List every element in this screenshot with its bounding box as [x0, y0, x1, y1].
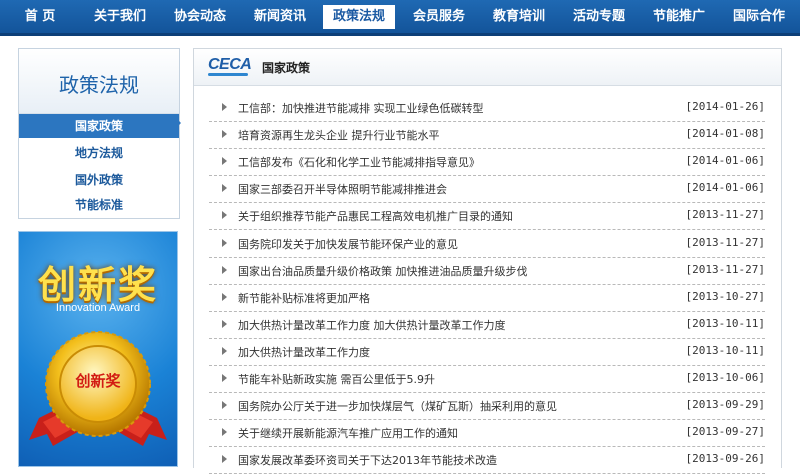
sidebar-panel: 政策法规 国家政策 地方法规 国外政策 节能标准 [18, 48, 180, 219]
nav-item-promotion[interactable]: 节能推广 [643, 5, 715, 29]
article-row[interactable]: 国家发展改革委环资司关于下达2013年节能技术改造 [2013-09-26] [209, 446, 765, 474]
bullet-arrow-icon [222, 292, 227, 301]
article-title-link[interactable]: 工信部：加快推进节能减排 实现工业绿色低碳转型 [238, 100, 484, 116]
article-title-link[interactable]: 新节能补贴标准将更加严格 [238, 290, 370, 306]
article-date: [2014-01-06] [685, 154, 765, 168]
article-row[interactable]: 国务院办公厅关于进一步加快煤层气（煤矿瓦斯）抽采利用的意见 [2013-09-29… [209, 392, 765, 421]
bullet-arrow-icon [222, 103, 227, 111]
article-row[interactable]: 工信部：加快推进节能减排 实现工业绿色低碳转型 [2014-01-26] [209, 94, 765, 122]
bullet-arrow-icon [222, 455, 227, 464]
sidebar-title: 政策法规 [59, 73, 139, 97]
bullet-arrow-icon [222, 319, 227, 328]
section-title: 国家政策 [262, 61, 311, 75]
article-row[interactable]: 加大供热计量改革工作力度 加大供热计量改革工作力度 [2013-10-11] [209, 311, 765, 339]
article-title-link[interactable]: 加大供热计量改革工作力度 加大供热计量改革工作力度 [238, 317, 506, 333]
article-row[interactable]: 国家三部委召开半导体照明节能减排推进会 [2014-01-06] [209, 175, 765, 204]
nav-item-member-services[interactable]: 会员服务 [403, 5, 475, 29]
article-date: [2013-10-06] [685, 371, 765, 384]
sidebar-item-national-policy[interactable]: 国家政策 [19, 114, 179, 138]
banner-title: 创新奖 [37, 263, 158, 307]
banner-subtitle: Innovation Award [55, 302, 141, 314]
article-row[interactable]: 关于组织推荐节能产品惠民工程高效电机推广目录的通知 [2013-11-27] [209, 202, 765, 231]
article-date: [2013-10-27] [685, 289, 765, 303]
article-date: [2013-11-27] [685, 235, 765, 249]
bullet-arrow-icon [222, 428, 227, 437]
article-title-link[interactable]: 国务院印发关于加快发展节能环保产业的意见 [238, 236, 458, 252]
nav-item-events[interactable]: 活动专题 [563, 5, 635, 29]
article-title-link[interactable]: 关于继续开展新能源汽车推广应用工作的通知 [238, 425, 458, 441]
sidebar-item-local-regulations[interactable]: 地方法规 [19, 141, 179, 165]
article-row[interactable]: 加大供热计量改革工作力度 [2013-10-11] [209, 338, 765, 366]
article-date: [2013-10-11] [685, 343, 765, 357]
bullet-arrow-icon [222, 130, 227, 139]
article-date: [2013-09-26] [685, 452, 765, 466]
bullet-arrow-icon [222, 374, 227, 382]
innovation-award-banner[interactable]: 创新奖 Innovation Award 创新奖 [18, 231, 178, 467]
active-item-arrow-icon [175, 117, 181, 129]
medal-label: 创新奖 [75, 372, 121, 390]
bullet-arrow-icon [222, 184, 227, 193]
article-date: [2013-11-27] [685, 208, 765, 222]
bullet-arrow-icon [222, 157, 227, 166]
nav-item-training[interactable]: 教育培训 [483, 5, 555, 29]
sidebar-item-foreign-policy[interactable]: 国外政策 [19, 168, 179, 192]
nav-item-international[interactable]: 国际合作 [723, 5, 795, 29]
bullet-arrow-icon [222, 265, 227, 274]
article-title-link[interactable]: 国家三部委召开半导体照明节能减排推进会 [238, 181, 447, 197]
article-title-link[interactable]: 关于组织推荐节能产品惠民工程高效电机推广目录的通知 [238, 208, 513, 224]
article-row[interactable]: 国务院印发关于加快发展节能环保产业的意见 [2013-11-27] [209, 230, 765, 258]
top-navigation-bar: 首 页 关于我们 协会动态 新闻资讯 政策法规 会员服务 教育培训 活动专题 节… [0, 0, 800, 36]
nav-item-home[interactable]: 首 页 [10, 5, 70, 29]
content-header: CECA 国家政策 [194, 49, 781, 86]
article-title-link[interactable]: 国家出台油品质量升级价格政策 加快推进油品质量升级步伐 [238, 263, 528, 279]
article-date: [2014-01-26] [685, 100, 765, 113]
article-title-link[interactable]: 加大供热计量改革工作力度 [238, 344, 370, 360]
article-date: [2014-01-08] [685, 127, 765, 141]
article-row[interactable]: 节能车补贴新政实施 需百公里低于5.9升 [2013-10-06] [209, 365, 765, 393]
article-date: [2013-09-27] [685, 425, 765, 439]
article-row[interactable]: 关于继续开展新能源汽车推广应用工作的通知 [2013-09-27] [209, 419, 765, 448]
article-date: [2013-09-29] [685, 398, 765, 412]
article-date: [2013-10-11] [685, 316, 765, 330]
bullet-arrow-icon [222, 238, 227, 247]
logo-swoosh-icon [208, 73, 248, 76]
nav-item-policy[interactable]: 政策法规 [323, 5, 395, 29]
article-title-link[interactable]: 国务院办公厅关于进一步加快煤层气（煤矿瓦斯）抽采利用的意见 [238, 398, 557, 414]
article-date: [2014-01-06] [685, 181, 765, 195]
main-content-panel: CECA 国家政策 工信部：加快推进节能减排 实现工业绿色低碳转型 [2014-0… [193, 48, 782, 474]
article-row[interactable]: 国家出台油品质量升级价格政策 加快推进油品质量升级步伐 [2013-11-27] [209, 257, 765, 285]
sidebar-header: 政策法规 [19, 49, 179, 114]
bullet-arrow-icon [222, 346, 227, 355]
nav-item-association-news[interactable]: 协会动态 [164, 5, 236, 29]
article-title-link[interactable]: 国家发展改革委环资司关于下达2013年节能技术改造 [238, 452, 497, 468]
medal-icon [29, 331, 167, 446]
article-title-link[interactable]: 节能车补贴新政实施 需百公里低于5.9升 [238, 371, 435, 387]
nav-item-news[interactable]: 新闻资讯 [244, 5, 316, 29]
article-row[interactable]: 新节能补贴标准将更加严格 [2013-10-27] [209, 284, 765, 312]
article-date: [2013-11-27] [685, 262, 765, 276]
nav-item-about[interactable]: 关于我们 [84, 5, 156, 29]
article-row[interactable]: 培育资源再生龙头企业 提升行业节能水平 [2014-01-08] [209, 121, 765, 150]
sidebar-item-energy-standards[interactable]: 节能标准 [19, 193, 179, 217]
article-title-link[interactable]: 工信部发布《石化和化学工业节能减排指导意见》 [238, 154, 480, 170]
article-title-link[interactable]: 培育资源再生龙头企业 提升行业节能水平 [238, 127, 440, 143]
bullet-arrow-icon [222, 211, 227, 220]
bullet-arrow-icon [222, 401, 227, 410]
article-row[interactable]: 工信部发布《石化和化学工业节能减排指导意见》 [2014-01-06] [209, 148, 765, 177]
